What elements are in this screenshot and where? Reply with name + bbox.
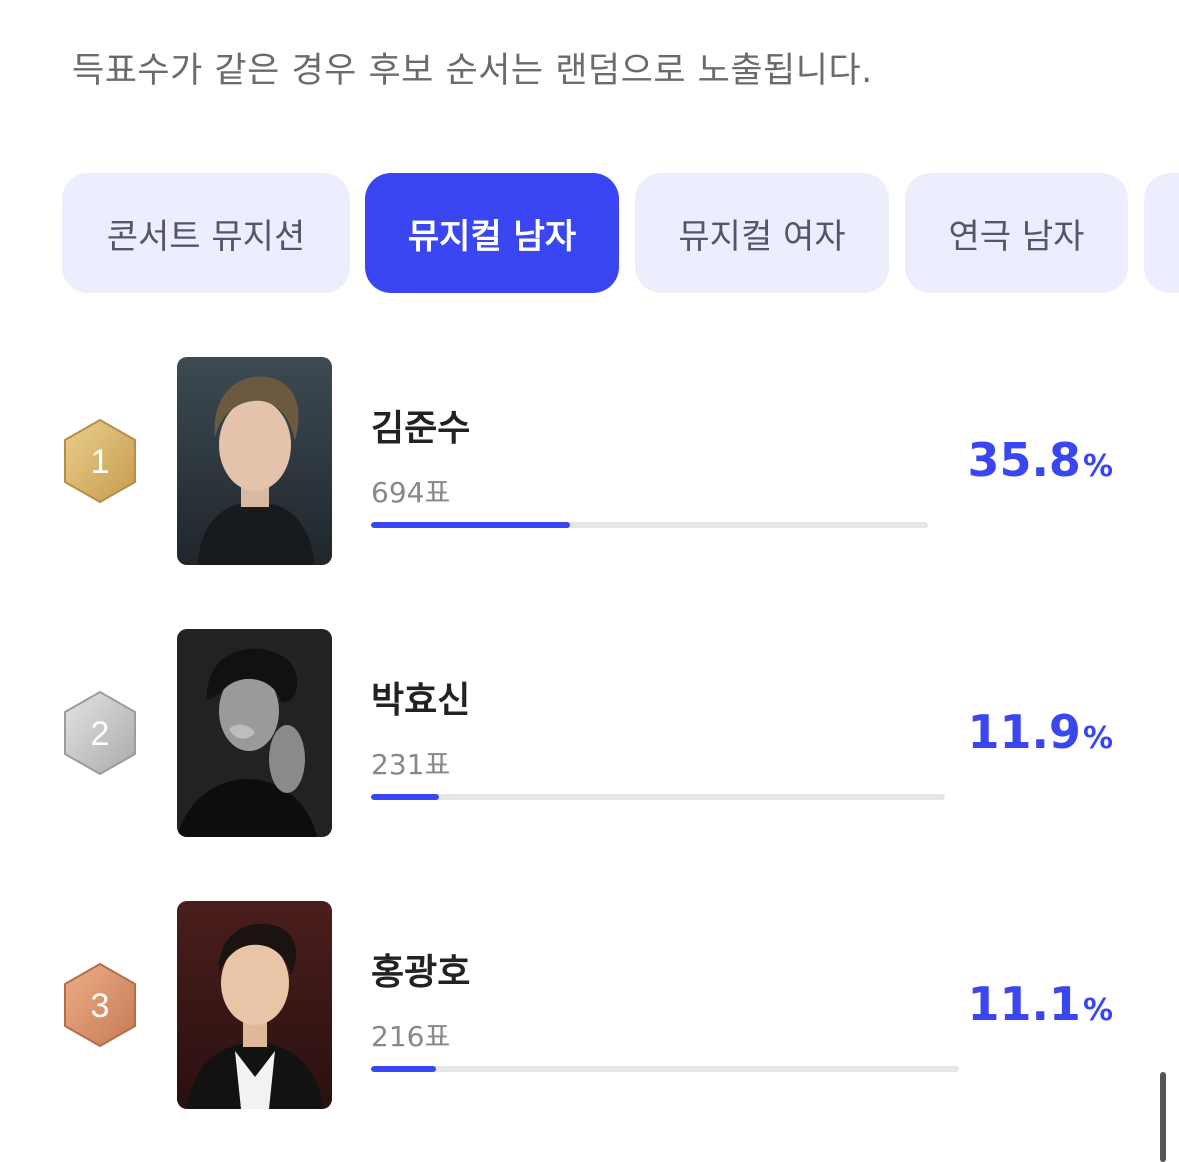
candidate-name: 김준수 <box>371 408 471 449</box>
vote-count: 694표 <box>371 476 451 509</box>
tie-notice-text: 득표수가 같은 경우 후보 순서는 랜덤으로 노출됩니다. <box>72 51 873 91</box>
silver-medal-icon: 2 <box>62 690 138 776</box>
candidate-photo <box>177 901 332 1109</box>
percentage-value: 35.8 <box>967 433 1081 487</box>
tab-musical-female[interactable]: 뮤지컬 여자 <box>635 173 889 293</box>
vote-percentage: 35.8% <box>967 433 1113 487</box>
vote-ranking-page: 득표수가 같은 경우 후보 순서는 랜덤으로 노출됩니다. 콘서트 뮤지션 뮤지… <box>0 0 1179 1162</box>
tab-musical-male[interactable]: 뮤지컬 남자 <box>365 173 619 293</box>
candidate-name: 박효신 <box>371 680 471 721</box>
rank-number: 1 <box>91 443 110 481</box>
rank-number: 3 <box>91 987 110 1025</box>
vote-progress-bar <box>371 522 928 528</box>
percentage-value: 11.9 <box>967 705 1081 759</box>
tab-label: 뮤지컬 여자 <box>678 216 846 257</box>
vote-progress-bar <box>371 1066 959 1072</box>
percent-symbol: % <box>1082 993 1113 1028</box>
tab-label: 뮤지컬 남자 <box>407 216 577 257</box>
vote-progress-fill <box>371 1066 437 1072</box>
vote-percentage: 11.9% <box>967 705 1113 759</box>
percent-symbol: % <box>1082 449 1113 484</box>
tab-label: 콘서트 뮤지션 <box>106 216 306 257</box>
tab-label: 연극 남자 <box>948 216 1085 257</box>
percent-symbol: % <box>1082 721 1113 756</box>
vote-count: 216표 <box>371 1020 451 1053</box>
vote-progress-fill <box>371 522 571 528</box>
rank-number: 2 <box>91 715 110 753</box>
percentage-value: 11.1 <box>967 977 1081 1031</box>
vote-progress-fill <box>371 794 440 800</box>
gold-medal-icon: 1 <box>62 418 138 504</box>
candidate-row[interactable]: 2 박효신 231표 11.9% <box>0 629 1179 837</box>
vote-progress-bar <box>371 794 945 800</box>
bronze-medal-icon: 3 <box>62 962 138 1048</box>
category-tabs: 콘서트 뮤지션 뮤지컬 남자 뮤지컬 여자 연극 남자 <box>62 173 1179 293</box>
tab-next-partial[interactable] <box>1144 173 1179 293</box>
vote-percentage: 11.1% <box>967 977 1113 1031</box>
candidate-photo <box>177 629 332 837</box>
candidate-row[interactable]: 1 김준수 694표 35.8% <box>0 357 1179 565</box>
candidate-photo <box>177 357 332 565</box>
candidate-row[interactable]: 3 홍광호 216표 11.1% <box>0 901 1179 1109</box>
candidate-name: 홍광호 <box>371 952 471 993</box>
tab-play-male[interactable]: 연극 남자 <box>905 173 1128 293</box>
vote-count: 231표 <box>371 748 451 781</box>
tab-concert-musician[interactable]: 콘서트 뮤지션 <box>62 173 350 293</box>
scrollbar[interactable] <box>1160 1072 1166 1162</box>
